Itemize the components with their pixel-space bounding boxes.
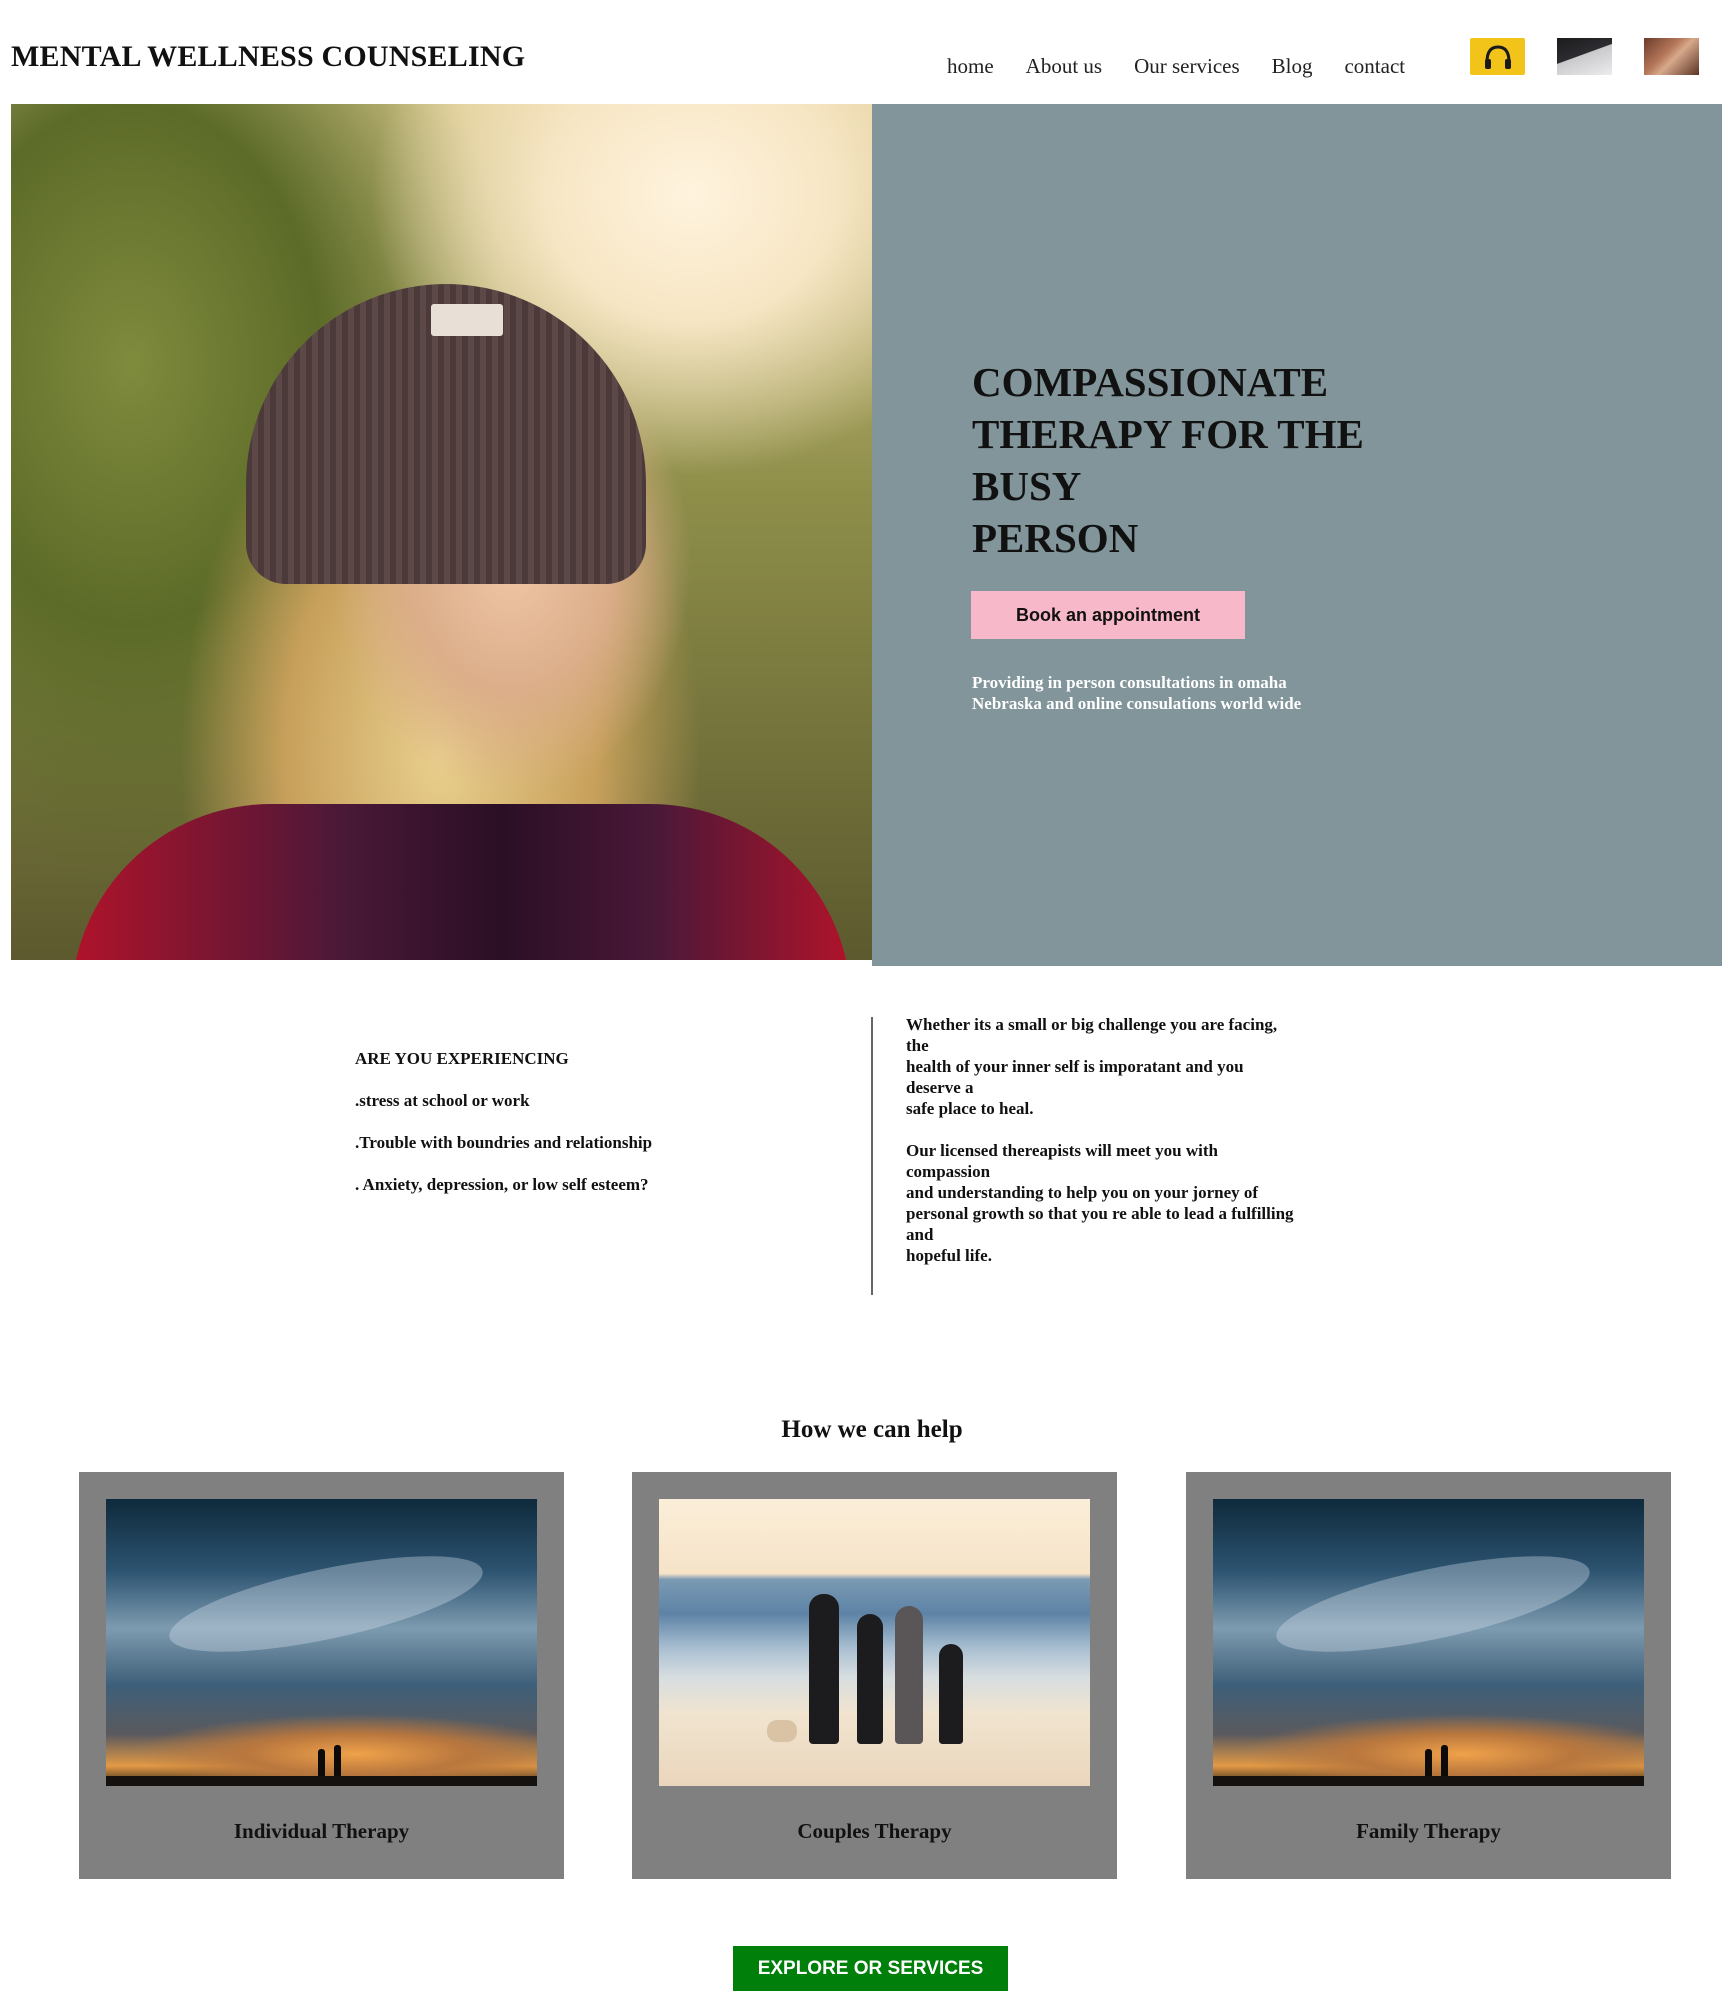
list-item: .Trouble with boundries and relationship (355, 1133, 653, 1152)
experience-heading: ARE YOU EXPERIENCING (355, 1049, 569, 1068)
section-divider (871, 1017, 873, 1295)
headphones-icon[interactable] (1470, 38, 1525, 75)
service-card-individual[interactable]: Individual Therapy (79, 1472, 564, 1879)
service-image (1213, 1499, 1644, 1786)
hero-subtitle: Providing in person consultations in oma… (972, 673, 1302, 713)
about-paragraph: Our licensed thereapists will meet you w… (906, 1141, 1294, 1265)
nav-home[interactable]: home (947, 54, 994, 79)
services-heading: How we can help (781, 1416, 963, 1443)
list-item: . Anxiety, depression, or low self estee… (355, 1175, 649, 1194)
laptop-icon[interactable] (1557, 38, 1612, 75)
hero-title: COMPASSIONATE THERAPY FOR THE BUSY PERSO… (972, 359, 1364, 561)
book-appointment-button[interactable]: Book an appointment (971, 591, 1245, 639)
main-nav: home About us Our services Blog contact (947, 54, 1405, 79)
about-paragraph: Whether its a small or big challenge you… (906, 1015, 1278, 1118)
about-text: Whether its a small or big challenge you… (906, 1014, 1356, 1287)
service-label: Individual Therapy (233, 1819, 410, 1843)
service-label: Family Therapy (1356, 1819, 1501, 1843)
photo-icon[interactable] (1644, 38, 1699, 75)
nav-blog[interactable]: Blog (1272, 54, 1313, 79)
nav-contact[interactable]: contact (1344, 54, 1405, 79)
service-card-couples[interactable]: Couples Therapy (632, 1472, 1117, 1879)
experience-list: ARE YOU EXPERIENCING .stress at school o… (355, 1047, 652, 1215)
hero-image (11, 104, 872, 960)
nav-about[interactable]: About us (1026, 54, 1102, 79)
list-item: .stress at school or work (355, 1091, 530, 1110)
service-label: Couples Therapy (797, 1819, 952, 1843)
service-image (106, 1499, 537, 1786)
nav-services[interactable]: Our services (1134, 54, 1240, 79)
explore-services-button[interactable]: EXPLORE OR SERVICES (733, 1946, 1008, 1991)
service-image (659, 1499, 1090, 1786)
service-card-family[interactable]: Family Therapy (1186, 1472, 1671, 1879)
site-title: MENTAL WELLNESS COUNSELING (11, 40, 526, 73)
